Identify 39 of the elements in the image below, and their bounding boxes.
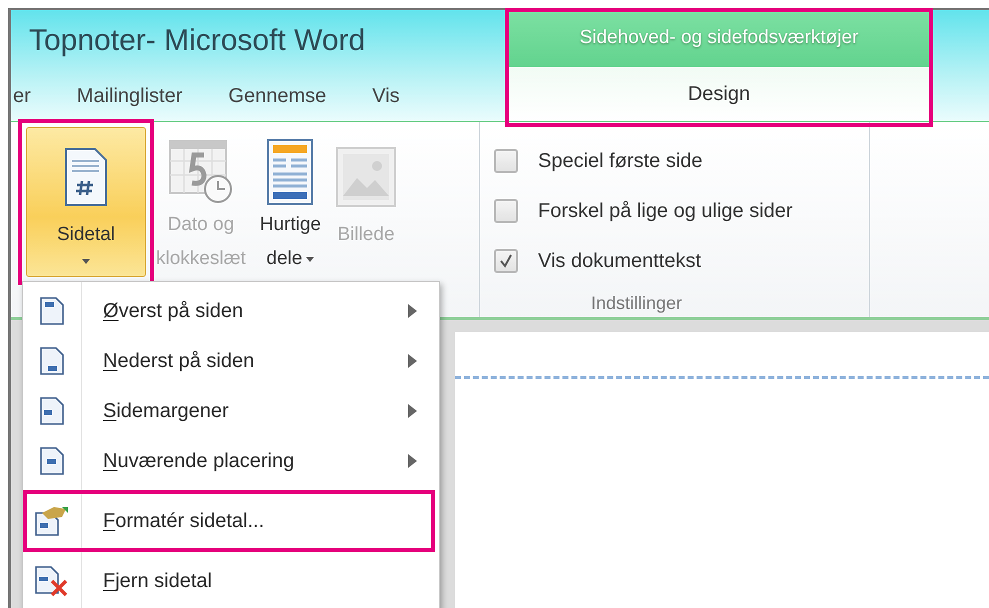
ribbon-tab[interactable]: Mailinglister (76, 81, 182, 112)
menu-item[interactable]: Formatér sidetal... (23, 496, 439, 546)
ribbon-tab[interactable]: er (13, 81, 31, 112)
checkbox[interactable] (494, 249, 518, 273)
submenu-arrow-icon (408, 304, 417, 318)
page-icon (39, 296, 65, 326)
ribbon-tab[interactable]: Gennemse (228, 81, 326, 112)
submenu-arrow-icon (408, 454, 417, 468)
checkbox-label: Vis dokumenttekst (538, 249, 702, 274)
page-icon (39, 396, 65, 426)
group-label: Indstillinger (590, 292, 682, 315)
image-icon (335, 146, 397, 208)
ribbon-tab[interactable]: Design (509, 67, 929, 121)
calendar-clock-icon (168, 139, 234, 205)
menu-item[interactable]: Nuværende placering (23, 436, 439, 486)
caret-icon (306, 256, 314, 262)
page-icon (39, 446, 65, 476)
delete-page-icon (34, 565, 70, 597)
menu-item[interactable]: Fjern sidetal (23, 556, 439, 606)
ribbon-tab[interactable]: Vis (372, 81, 400, 112)
checkbox[interactable] (494, 149, 518, 173)
window-title: Topnoter- Microsoft Word (29, 23, 366, 60)
page-number-icon (63, 147, 109, 207)
format-brush-icon (34, 505, 70, 537)
menu-item[interactable]: Sidemargener (23, 386, 439, 436)
checkbox[interactable] (494, 199, 518, 223)
menu-item[interactable]: Øverst på siden (23, 286, 439, 336)
ribbon-button[interactable]: Hurtige dele (256, 127, 325, 277)
ribbon-button[interactable]: Sidetal (26, 127, 146, 277)
submenu-arrow-icon (408, 404, 417, 418)
check-icon (499, 254, 513, 268)
checkbox-label: Speciel første side (538, 149, 703, 174)
submenu-arrow-icon (408, 354, 417, 368)
document-parts-icon (266, 138, 314, 206)
menu-item[interactable]: Nederst på siden (23, 336, 439, 386)
page-icon (39, 346, 65, 376)
contextual-tab-group-header: Sidehoved- og sidefodsværktøjer (509, 10, 929, 68)
checkbox-label: Forskel på lige og ulige sider (538, 199, 793, 224)
caret-icon (82, 259, 90, 264)
